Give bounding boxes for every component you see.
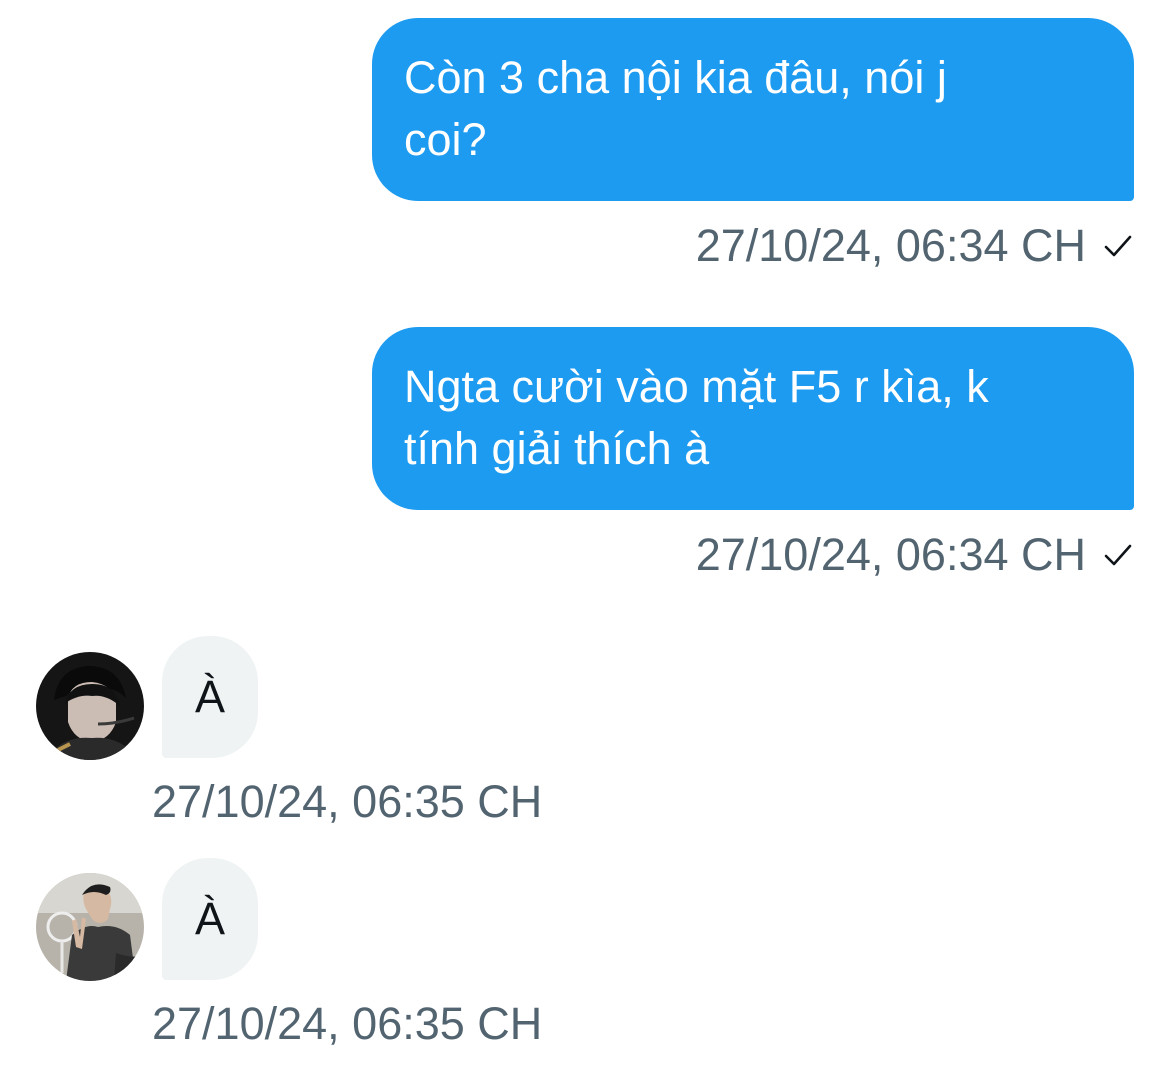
message-text-line: coi?	[404, 114, 487, 165]
message-text: À	[194, 671, 225, 722]
message-timestamp: 27/10/24, 06:35 CH	[152, 998, 543, 1049]
message-text-line: Còn 3 cha nội kia đâu, nói j	[404, 52, 947, 103]
user-avatar[interactable]	[36, 652, 144, 760]
message-timestamp: 27/10/24, 06:34 CH	[695, 529, 1086, 580]
avatar-image	[36, 873, 144, 981]
checkmark-icon	[1104, 544, 1132, 566]
outgoing-message-bubble[interactable]: Ngta cười vào mặt F5 r kìa, k tính giải …	[372, 327, 1134, 510]
incoming-message-bubble[interactable]: À	[162, 636, 258, 758]
incoming-message-bubble[interactable]: À	[162, 858, 258, 980]
message-timestamp: 27/10/24, 06:35 CH	[152, 776, 543, 827]
message-text: À	[194, 893, 225, 944]
message-text-line: tính giải thích à	[404, 423, 710, 474]
message-meta: 27/10/24, 06:34 CH	[696, 527, 1134, 583]
checkmark-icon	[1104, 235, 1132, 257]
message-text-line: Ngta cười vào mặt F5 r kìa, k	[404, 361, 989, 412]
message-meta: 27/10/24, 06:34 CH	[696, 218, 1134, 274]
avatar-image	[36, 652, 144, 760]
outgoing-message-bubble[interactable]: Còn 3 cha nội kia đâu, nói j coi?	[372, 18, 1134, 201]
message-timestamp: 27/10/24, 06:34 CH	[695, 220, 1086, 271]
user-avatar[interactable]	[36, 873, 144, 981]
